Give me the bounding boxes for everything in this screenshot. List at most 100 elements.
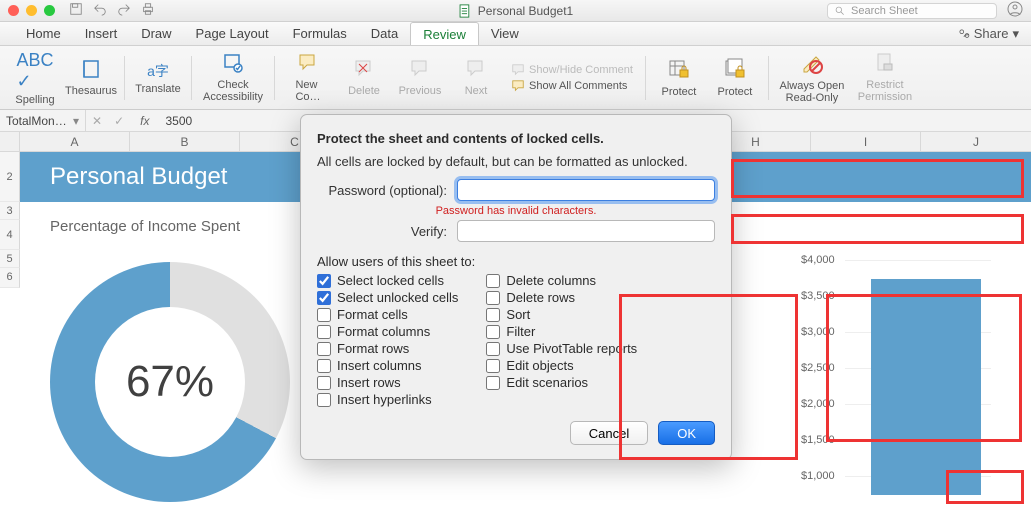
search-icon (834, 5, 845, 16)
ribbon: ABC✓Spelling Thesaurus a字Translate Check… (0, 46, 1031, 110)
name-box[interactable]: TotalMon…▾ (0, 110, 86, 131)
perm-right-checkbox-1[interactable] (486, 291, 500, 305)
show-hide-comment-button: Show/Hide Comment (511, 63, 633, 77)
tab-view[interactable]: View (479, 22, 531, 45)
perm-left-checkbox-1[interactable] (317, 291, 331, 305)
accessibility-icon (222, 52, 244, 77)
verify-label: Verify: (317, 224, 447, 239)
row-2[interactable]: 2 (0, 152, 20, 202)
tab-formulas[interactable]: Formulas (281, 22, 359, 45)
show-hide-label: Show/Hide Comment (529, 64, 633, 76)
ok-button[interactable]: OK (658, 421, 715, 445)
tick-1000: $1,000 (801, 470, 839, 482)
tab-insert[interactable]: Insert (73, 22, 130, 45)
perm-right-checkbox-0[interactable] (486, 274, 500, 288)
always-open-readonly-button[interactable]: Always Open Read-Only (775, 50, 849, 106)
print-icon[interactable] (141, 2, 155, 19)
show-all-label: Show All Comments (529, 80, 627, 92)
tab-page-layout[interactable]: Page Layout (184, 22, 281, 45)
tick-2000: $2,000 (801, 398, 839, 410)
protect-sheet-button[interactable]: Protect (652, 50, 706, 106)
perm-right-label-6: Edit scenarios (506, 375, 588, 390)
col-J[interactable]: J (921, 132, 1031, 151)
share-button[interactable]: Share ▾ (946, 22, 1031, 45)
perm-right-checkbox-2[interactable] (486, 308, 500, 322)
perm-left-checkbox-6[interactable] (317, 376, 331, 390)
cancel-button[interactable]: Cancel (570, 421, 648, 445)
perm-left-checkbox-0[interactable] (317, 274, 331, 288)
perm-right-checkbox-5[interactable] (486, 359, 500, 373)
user-account-icon[interactable] (1007, 1, 1023, 20)
check-access-label: Check Accessibility (203, 79, 263, 103)
row-3[interactable]: 3 (0, 202, 20, 220)
translate-button[interactable]: a字Translate (131, 50, 185, 106)
col-B[interactable]: B (130, 132, 240, 151)
fx-button[interactable]: fx (130, 114, 159, 128)
cancel-formula-icon[interactable]: ✕ (86, 114, 108, 128)
verify-input[interactable] (457, 220, 715, 242)
name-box-text: TotalMon… (6, 114, 67, 128)
col-A[interactable]: A (20, 132, 130, 151)
search-sheet-input[interactable]: Search Sheet (827, 3, 997, 19)
col-I[interactable]: I (811, 132, 921, 151)
perm-left-2[interactable]: Format cells (317, 307, 458, 322)
perm-left-label-5: Insert columns (337, 358, 422, 373)
save-icon[interactable] (69, 2, 83, 19)
perm-right-4[interactable]: Use PivotTable reports (486, 341, 637, 356)
spelling-label: Spelling (15, 94, 54, 106)
spelling-button[interactable]: ABC✓Spelling (8, 50, 62, 106)
protect-workbook-button[interactable]: Protect (708, 50, 762, 106)
tab-data[interactable]: Data (359, 22, 410, 45)
password-input[interactable] (457, 179, 715, 201)
new-comment-button[interactable]: New Co… (281, 50, 335, 106)
perm-left-0[interactable]: Select locked cells (317, 273, 458, 288)
tab-home[interactable]: Home (14, 22, 73, 45)
perm-left-5[interactable]: Insert columns (317, 358, 458, 373)
show-all-comments-button[interactable]: Show All Comments (511, 79, 633, 93)
delete-comment-icon (353, 58, 375, 83)
perm-right-5[interactable]: Edit objects (486, 358, 637, 373)
perm-left-6[interactable]: Insert rows (317, 375, 458, 390)
confirm-formula-icon[interactable]: ✓ (108, 114, 130, 128)
perm-right-checkbox-3[interactable] (486, 325, 500, 339)
perm-left-3[interactable]: Format columns (317, 324, 458, 339)
check-accessibility-button[interactable]: Check Accessibility (198, 50, 268, 106)
perm-right-1[interactable]: Delete rows (486, 290, 637, 305)
perm-left-1[interactable]: Select unlocked cells (317, 290, 458, 305)
excel-doc-icon (458, 4, 472, 18)
perm-right-2[interactable]: Sort (486, 307, 637, 322)
row-5[interactable]: 5 (0, 250, 20, 268)
restrict-icon (874, 52, 896, 77)
perm-right-0[interactable]: Delete columns (486, 273, 637, 288)
tab-review[interactable]: Review (410, 22, 479, 45)
perm-left-checkbox-2[interactable] (317, 308, 331, 322)
undo-icon[interactable] (93, 2, 107, 19)
zoom-window-button[interactable] (44, 5, 55, 16)
perm-right-6[interactable]: Edit scenarios (486, 375, 637, 390)
perm-left-checkbox-5[interactable] (317, 359, 331, 373)
next-comment-button: Next (449, 50, 503, 106)
row-4[interactable]: 4 (0, 220, 20, 250)
perm-left-checkbox-4[interactable] (317, 342, 331, 356)
redo-icon[interactable] (117, 2, 131, 19)
titlebar: Personal Budget1 Search Sheet (0, 0, 1031, 22)
minimize-window-button[interactable] (26, 5, 37, 16)
share-label: Share (974, 26, 1009, 41)
search-placeholder: Search Sheet (851, 5, 918, 17)
perm-left-checkbox-7[interactable] (317, 393, 331, 407)
perm-left-checkbox-3[interactable] (317, 325, 331, 339)
perm-right-checkbox-4[interactable] (486, 342, 500, 356)
thesaurus-button[interactable]: Thesaurus (64, 50, 118, 106)
perm-right-checkbox-6[interactable] (486, 376, 500, 390)
formula-value[interactable]: 3500 (159, 114, 192, 128)
protect-sheet-label: Protect (662, 86, 697, 98)
tab-draw[interactable]: Draw (129, 22, 183, 45)
doc-title-text: Personal Budget1 (478, 4, 573, 18)
close-window-button[interactable] (8, 5, 19, 16)
perm-right-3[interactable]: Filter (486, 324, 637, 339)
perm-left-4[interactable]: Format rows (317, 341, 458, 356)
restrict-permission-button: Restrict Permission (851, 50, 919, 106)
perm-left-7[interactable]: Insert hyperlinks (317, 392, 458, 407)
row-6[interactable]: 6 (0, 268, 20, 288)
select-all-corner[interactable] (0, 132, 20, 151)
